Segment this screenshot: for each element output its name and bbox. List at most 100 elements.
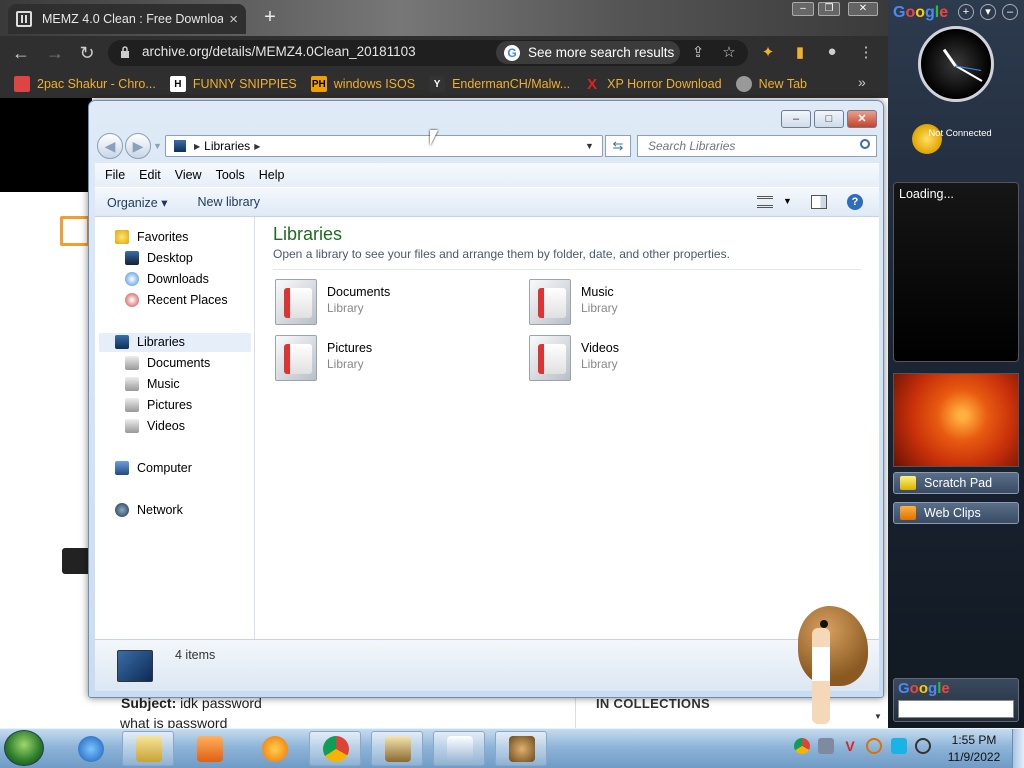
taskbar-windows-explorer[interactable] [122, 731, 174, 766]
back-arrow-icon[interactable]: ← [10, 43, 32, 64]
tray-chrome-icon[interactable] [794, 738, 810, 754]
explorer-forward-button[interactable]: ▶ [125, 133, 151, 159]
new-tab-button[interactable]: + [258, 6, 282, 28]
taskbar-date[interactable]: 11/9/2022 [944, 750, 1004, 764]
address-url[interactable]: archive.org/details/MEMZ4.0Clean_2018110… [142, 44, 416, 59]
tray-antivirus-icon[interactable]: V [842, 738, 858, 754]
add-gadget-icon[interactable]: + [958, 4, 974, 20]
nav-libraries[interactable]: Libraries [115, 332, 185, 352]
side-panel-icon[interactable]: ▮ [790, 43, 810, 61]
slideshow-photo[interactable] [893, 373, 1019, 467]
new-library-button[interactable]: New library [197, 195, 260, 209]
google-g-icon: G [504, 44, 520, 61]
tray-display-icon[interactable] [891, 738, 907, 754]
share-icon[interactable]: ⇪ [688, 43, 708, 61]
see-more-label: See more search results [528, 45, 675, 60]
sidebar-menu-icon[interactable]: ▾ [980, 4, 996, 20]
taskbar-notepad[interactable] [433, 731, 485, 766]
menu-file[interactable]: File [105, 168, 125, 182]
explorer-search-input[interactable] [646, 138, 846, 154]
see-more-results-chip[interactable]: G See more search results [496, 41, 680, 64]
bookmarks-overflow-icon[interactable]: » [858, 74, 866, 90]
help-icon[interactable]: ? [847, 194, 863, 210]
nav-favorites[interactable]: Favorites [115, 227, 188, 247]
explorer-minimize-button[interactable]: ‒ [781, 110, 811, 128]
nav-computer[interactable]: Computer [115, 458, 192, 478]
organize-button[interactable]: Organize ▾ [107, 195, 167, 210]
google-search-input[interactable] [898, 700, 1014, 718]
nav-music[interactable]: Music [125, 374, 180, 394]
browser-tab-memz[interactable]: MEMZ 4.0 Clean : Free Downloa... × [8, 4, 246, 34]
nav-videos[interactable]: Videos [125, 416, 185, 436]
nav-pictures[interactable]: Pictures [125, 395, 192, 415]
library-music[interactable]: Music Library [529, 279, 769, 329]
profile-avatar-icon[interactable]: ● [822, 43, 842, 60]
bookmark-new-tab[interactable]: New Tab [735, 76, 807, 92]
web-clips-gadget[interactable]: Web Clips [893, 502, 1019, 524]
browser-restore-button[interactable]: ❐ [818, 2, 840, 16]
globe-icon [735, 76, 752, 92]
tray-search-icon[interactable] [866, 738, 882, 754]
explorer-search-field[interactable] [637, 135, 877, 157]
breadcrumb-arrow-icon[interactable]: ▶ [254, 142, 260, 151]
taskbar-uc-browser[interactable] [248, 731, 300, 766]
change-view-icon[interactable] [757, 196, 773, 208]
nav-recent-places[interactable]: Recent Places [125, 290, 228, 310]
explorer-maximize-button[interactable]: □ [814, 110, 844, 128]
bookmark-2pac[interactable]: 2pac Shakur - Chro... [14, 76, 156, 92]
nav-downloads[interactable]: Downloads [125, 269, 209, 289]
tray-network-icon[interactable] [818, 738, 834, 754]
taskbar-memz[interactable] [371, 731, 423, 766]
library-pictures[interactable]: Pictures Library [275, 335, 515, 385]
nav-network[interactable]: Network [115, 500, 183, 520]
tab-close-icon[interactable]: × [229, 11, 238, 28]
recent-pages-dropdown-icon[interactable]: ▼ [153, 141, 162, 151]
taskbar-time[interactable]: 1:55 PM [944, 733, 1004, 747]
library-videos[interactable]: Videos Library [529, 335, 769, 385]
sidebar-close-icon[interactable]: – [1002, 4, 1018, 20]
extensions-puzzle-icon[interactable]: ✦ [758, 43, 778, 61]
internet-explorer-icon [78, 736, 104, 762]
start-button[interactable] [4, 730, 44, 766]
explorer-address-bar[interactable]: ▶ Libraries ▶ [165, 135, 603, 157]
taskbar-media-player[interactable] [183, 731, 235, 766]
nav-documents[interactable]: Documents [125, 353, 210, 373]
taskbar-bonzi-box[interactable] [495, 731, 547, 766]
scratch-pad-gadget[interactable]: Scratch Pad [893, 472, 1019, 494]
forward-arrow-icon[interactable]: → [44, 43, 66, 64]
breadcrumb-libraries[interactable]: Libraries [204, 139, 250, 153]
view-options-dropdown-icon[interactable]: ▼ [783, 196, 792, 206]
bookmark-endermanch[interactable]: Y EndermanCH/Malw... [429, 76, 570, 92]
taskbar-internet-explorer[interactable] [64, 731, 116, 766]
preview-pane-icon[interactable] [811, 195, 827, 209]
bookmark-star-icon[interactable]: ☆ [719, 43, 739, 61]
bookmark-xp-horror[interactable]: X XP Horror Download [584, 76, 721, 93]
search-icon[interactable] [860, 139, 870, 149]
bookmark-windows-isos[interactable]: PH windows ISOS [310, 76, 415, 92]
music-library-icon [529, 279, 571, 325]
menu-help[interactable]: Help [259, 168, 285, 182]
address-dropdown-icon[interactable]: ▼ [585, 141, 594, 151]
library-documents[interactable]: Documents Library [275, 279, 515, 329]
menu-tools[interactable]: Tools [216, 168, 245, 182]
explorer-back-button[interactable]: ◀ [97, 133, 123, 159]
refresh-button[interactable]: ⇆ [605, 135, 631, 157]
browser-close-button[interactable]: ✕ [848, 2, 878, 16]
scroll-down-icon[interactable]: ▼ [874, 712, 882, 721]
nav-desktop-label: Desktop [147, 251, 193, 265]
tray-volume-icon[interactable] [915, 738, 931, 754]
explorer-close-button[interactable]: ✕ [847, 110, 877, 128]
breadcrumb-arrow-icon[interactable]: ▶ [194, 142, 200, 151]
menu-edit[interactable]: Edit [139, 168, 161, 182]
lock-icon[interactable] [120, 46, 130, 58]
reload-icon[interactable]: ↻ [76, 43, 98, 64]
bookmark-funny-snippies[interactable]: H FUNNY SNIPPIES [169, 76, 297, 92]
menu-view[interactable]: View [175, 168, 202, 182]
browser-minimize-button[interactable]: – [792, 2, 814, 16]
nav-desktop[interactable]: Desktop [125, 248, 193, 268]
taskbar-chrome[interactable] [309, 731, 361, 766]
chrome-menu-icon[interactable]: ⋮ [856, 43, 876, 61]
recent-places-icon [125, 293, 139, 307]
show-desktop-button[interactable] [1012, 729, 1024, 768]
library-name: Music [581, 285, 614, 299]
